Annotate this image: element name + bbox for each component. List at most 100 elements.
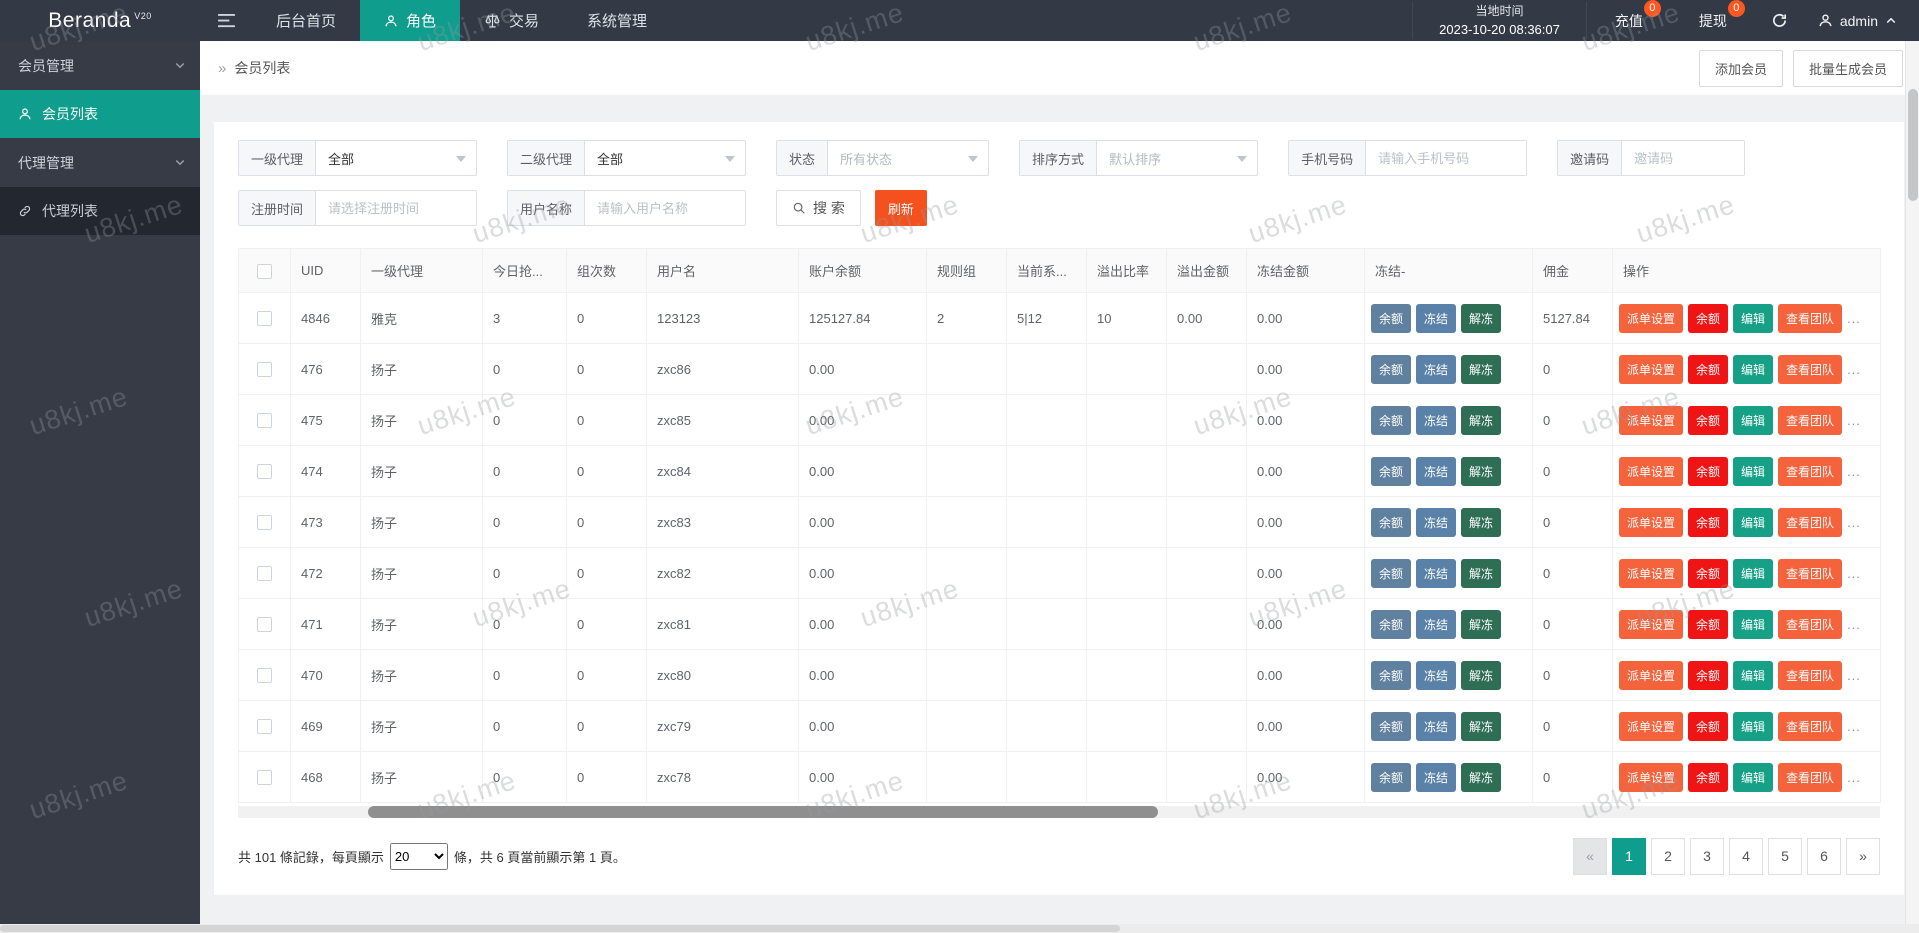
app-logo[interactable]: Beranda V20 [0,0,200,41]
action-btn-派单设置[interactable]: 派单设置 [1619,507,1684,537]
action-btn-编辑[interactable]: 编辑 [1733,660,1774,690]
action-btn-派单设置[interactable]: 派单设置 [1619,609,1684,639]
freeze-btn-余额[interactable]: 余额 [1371,762,1412,792]
action-btn-余额[interactable]: 余额 [1688,456,1729,486]
nav-item-系统管理[interactable]: 系统管理 [563,0,671,41]
page-next-button[interactable]: » [1846,838,1880,875]
recharge-link[interactable]: 充值 0 [1601,0,1661,31]
page-button-5[interactable]: 5 [1768,838,1802,875]
action-btn-余额[interactable]: 余额 [1688,354,1729,384]
freeze-btn-冻结[interactable]: 冻结 [1416,303,1457,333]
page-button-4[interactable]: 4 [1729,838,1763,875]
freeze-btn-解冻[interactable]: 解冻 [1461,711,1502,741]
freeze-btn-余额[interactable]: 余额 [1371,609,1412,639]
batch-generate-button[interactable]: 批量生成会员 [1792,49,1903,87]
freeze-btn-解冻[interactable]: 解冻 [1461,456,1502,486]
freeze-btn-冻结[interactable]: 冻结 [1416,660,1457,690]
input-用户名称[interactable] [585,191,746,225]
action-btn-派单设置[interactable]: 派单设置 [1619,711,1684,741]
more-actions-button[interactable]: ... [1847,464,1861,479]
freeze-btn-冻结[interactable]: 冻结 [1416,456,1457,486]
select-二级代理[interactable]: 全部 [585,141,745,175]
more-actions-button[interactable]: ... [1847,515,1861,530]
row-checkbox[interactable] [257,515,272,531]
input-邀请码[interactable] [1622,141,1745,175]
freeze-btn-余额[interactable]: 余额 [1371,660,1412,690]
action-btn-编辑[interactable]: 编辑 [1733,609,1774,639]
action-btn-派单设置[interactable]: 派单设置 [1619,558,1684,588]
more-actions-button[interactable]: ... [1847,566,1861,581]
input-手机号码[interactable] [1366,141,1527,175]
nav-item-角色[interactable]: 角色 [360,0,461,41]
freeze-btn-余额[interactable]: 余额 [1371,354,1412,384]
sidebar-group-会员管理[interactable]: 会员管理 [0,41,200,90]
freeze-btn-冻结[interactable]: 冻结 [1416,354,1457,384]
freeze-btn-余额[interactable]: 余额 [1371,507,1412,537]
row-checkbox[interactable] [257,311,272,327]
action-btn-余额[interactable]: 余额 [1688,660,1729,690]
action-btn-查看团队[interactable]: 查看团队 [1778,456,1843,486]
nav-item-交易[interactable]: 交易 [460,0,563,41]
add-member-button[interactable]: 添加会员 [1698,49,1783,87]
search-button[interactable]: 搜 索 [776,190,861,226]
per-page-select[interactable]: 20 [389,843,448,870]
more-actions-button[interactable]: ... [1847,617,1861,632]
nav-item-后台首页[interactable]: 后台首页 [252,0,360,41]
page-button-1[interactable]: 1 [1612,838,1646,875]
freeze-btn-解冻[interactable]: 解冻 [1461,609,1502,639]
action-btn-余额[interactable]: 余额 [1688,405,1729,435]
refresh-button[interactable]: 刷新 [874,190,927,226]
freeze-btn-解冻[interactable]: 解冻 [1461,303,1502,333]
select-状态[interactable]: 所有状态 [828,141,988,175]
freeze-btn-余额[interactable]: 余额 [1371,405,1412,435]
page-button-3[interactable]: 3 [1690,838,1724,875]
action-btn-查看团队[interactable]: 查看团队 [1778,303,1843,333]
row-checkbox[interactable] [257,566,272,582]
more-actions-button[interactable]: ... [1847,311,1861,326]
action-btn-编辑[interactable]: 编辑 [1733,507,1774,537]
page-horizontal-scrollbar[interactable] [0,924,1919,933]
freeze-btn-冻结[interactable]: 冻结 [1416,558,1457,588]
more-actions-button[interactable]: ... [1847,719,1861,734]
action-btn-编辑[interactable]: 编辑 [1733,456,1774,486]
input-注册时间[interactable] [316,191,477,225]
action-btn-编辑[interactable]: 编辑 [1733,711,1774,741]
action-btn-查看团队[interactable]: 查看团队 [1778,558,1843,588]
more-actions-button[interactable]: ... [1847,413,1861,428]
action-btn-查看团队[interactable]: 查看团队 [1778,507,1843,537]
select-一级代理[interactable]: 全部 [316,141,476,175]
action-btn-查看团队[interactable]: 查看团队 [1778,405,1843,435]
more-actions-button[interactable]: ... [1847,362,1861,377]
action-btn-查看团队[interactable]: 查看团队 [1778,354,1843,384]
action-btn-派单设置[interactable]: 派单设置 [1619,660,1684,690]
action-btn-余额[interactable]: 余额 [1688,558,1729,588]
action-btn-编辑[interactable]: 编辑 [1733,303,1774,333]
action-btn-查看团队[interactable]: 查看团队 [1778,609,1843,639]
freeze-btn-解冻[interactable]: 解冻 [1461,507,1502,537]
action-btn-编辑[interactable]: 编辑 [1733,762,1774,792]
refresh-icon[interactable] [1755,12,1804,29]
horizontal-scrollbar[interactable] [238,806,1880,818]
freeze-btn-解冻[interactable]: 解冻 [1461,405,1502,435]
freeze-btn-余额[interactable]: 余额 [1371,558,1412,588]
sidebar-group-代理管理[interactable]: 代理管理 [0,138,200,187]
freeze-btn-冻结[interactable]: 冻结 [1416,609,1457,639]
action-btn-余额[interactable]: 余额 [1688,711,1729,741]
page-horizontal-scrollbar-thumb[interactable] [0,925,1120,932]
action-btn-派单设置[interactable]: 派单设置 [1619,354,1684,384]
action-btn-编辑[interactable]: 编辑 [1733,558,1774,588]
action-btn-派单设置[interactable]: 派单设置 [1619,405,1684,435]
withdraw-link[interactable]: 提现 0 [1685,0,1745,31]
sidebar-toggle-icon[interactable] [200,0,252,41]
action-btn-派单设置[interactable]: 派单设置 [1619,303,1684,333]
freeze-btn-余额[interactable]: 余额 [1371,303,1412,333]
row-checkbox[interactable] [257,770,272,786]
sidebar-item-会员列表[interactable]: 会员列表 [0,90,200,138]
freeze-btn-冻结[interactable]: 冻结 [1416,711,1457,741]
select-排序方式[interactable]: 默认排序 [1097,141,1257,175]
row-checkbox[interactable] [257,464,272,480]
freeze-btn-解冻[interactable]: 解冻 [1461,558,1502,588]
action-btn-查看团队[interactable]: 查看团队 [1778,762,1843,792]
freeze-btn-余额[interactable]: 余额 [1371,711,1412,741]
sidebar-item-代理列表[interactable]: 代理列表 [0,187,200,235]
